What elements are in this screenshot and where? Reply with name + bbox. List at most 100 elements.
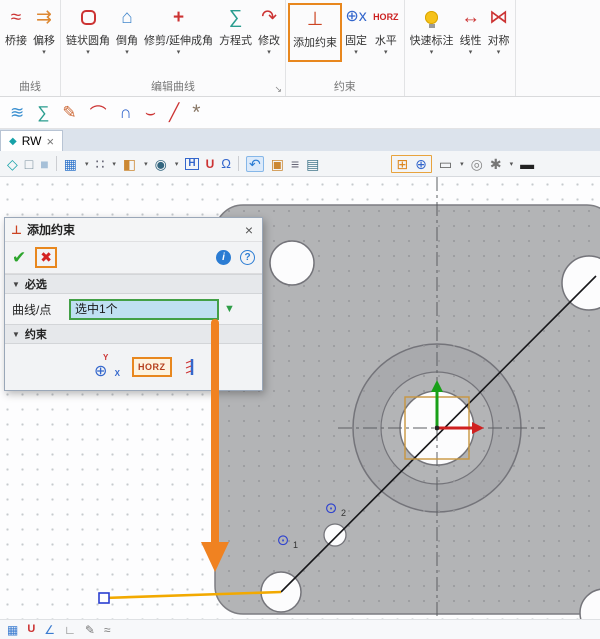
undo-icon[interactable]: ↶ <box>246 156 264 172</box>
monitor-icon[interactable]: ▭ <box>439 157 452 171</box>
horizontal-caret[interactable]: ▾ <box>384 48 388 57</box>
chamfer-button[interactable]: ⌂ 倒角 ▾ <box>113 3 141 58</box>
pick-icon[interactable]: ▼ <box>224 303 235 315</box>
fixed-button[interactable]: ⊕x 固定 ▾ <box>342 3 370 58</box>
wave-curves-icon[interactable]: ≋ <box>10 103 24 123</box>
chain-fillet-button[interactable]: 链状圆角 ▾ <box>63 3 113 58</box>
conic-curve-icon[interactable]: ∩ <box>120 103 132 123</box>
snap-tools-group: ⊞ ⊕ <box>391 155 431 173</box>
stamp-icon[interactable]: ▣ <box>271 157 284 171</box>
required-section-label: 必选 <box>25 276 47 292</box>
curve-snap-icon[interactable]: ≈ <box>104 624 111 636</box>
grid-snap-icon[interactable]: ▦ <box>7 624 18 636</box>
horizontal-button[interactable]: HORZ 水平 ▾ <box>370 3 402 58</box>
arc-icon[interactable]: ⌒ <box>90 100 107 125</box>
display-style-icon[interactable]: ▬ <box>520 157 534 171</box>
chain-fillet-label: 链状圆角 <box>66 32 110 48</box>
dialog-titlebar[interactable]: ⊥ 添加约束 × <box>5 218 262 242</box>
quick-dimension-button[interactable]: 快速标注 ▾ <box>407 3 457 58</box>
angle-snap-icon[interactable]: ∠ <box>44 624 55 636</box>
layers-icon[interactable]: ≡ <box>291 157 299 171</box>
fixed-point-option[interactable]: Y ⊕ X <box>91 353 121 381</box>
trim-extend-corner-button[interactable]: + 修剪/延伸成角 ▾ <box>141 3 216 58</box>
add-constraint-button[interactable]: ⊥ 添加约束 <box>288 3 342 62</box>
equation-label: 方程式 <box>219 32 252 48</box>
line-tool-icon[interactable]: ╱ <box>169 103 179 123</box>
symmetric-label: 对称 <box>488 32 510 48</box>
settings-caret[interactable]: ▾ <box>510 160 514 168</box>
h-frame-icon[interactable]: H <box>185 158 198 170</box>
constraint-section-label: 约束 <box>25 326 47 342</box>
grid-display-icon[interactable]: ▦ <box>64 157 77 171</box>
chamfer-caret[interactable]: ▾ <box>125 48 129 57</box>
equation-icon: ∑ <box>229 4 243 30</box>
toolbar-separator <box>56 156 57 171</box>
endpoint-handle[interactable] <box>99 593 109 603</box>
magnet-snap-icon[interactable]: U <box>27 624 35 635</box>
symmetric-button[interactable]: ⋈ 对称 ▾ <box>485 3 513 58</box>
tab-drawing[interactable]: ◆ RW × <box>0 130 63 151</box>
appearance-caret[interactable]: ▾ <box>144 160 148 168</box>
x-axis-label: X <box>115 369 120 378</box>
spray-points-icon[interactable]: * <box>192 101 200 125</box>
point-grid-icon[interactable]: ∷ <box>95 157 104 171</box>
required-section-header[interactable]: ▼ 必选 <box>5 274 262 294</box>
bridge-button[interactable]: ≈ 桥接 <box>2 3 30 58</box>
origin-target-icon[interactable]: ⊕ <box>415 157 427 171</box>
tab-label: RW <box>22 134 42 148</box>
vertical-constraint-option[interactable] <box>183 357 197 377</box>
dialog-launcher-icon[interactable]: ↘ <box>275 81 283 97</box>
magnet-icon[interactable]: U <box>206 158 215 170</box>
point-grid-caret[interactable]: ▾ <box>112 160 116 168</box>
modify-button[interactable]: ↷ 修改 ▾ <box>255 3 283 58</box>
hole-top[interactable] <box>270 241 314 285</box>
arc-tool-icon[interactable]: ⌣ <box>145 103 156 123</box>
axis-triad-icon[interactable]: ◇ <box>7 157 18 171</box>
chain-fillet-caret[interactable]: ▾ <box>86 48 90 57</box>
cancel-button[interactable]: ✖ <box>35 247 57 268</box>
ribbon-group-dimension: 快速标注 ▾ ↔ 线性 ▾ ⋈ 对称 ▾ <box>405 0 516 96</box>
ok-button[interactable]: ✔ <box>12 248 26 268</box>
cylinder-icon[interactable]: ◎ <box>471 157 483 171</box>
dialog-toolbar: ✔ ✖ i ? <box>5 242 262 274</box>
pencil-sketch-icon[interactable]: ✎ <box>62 103 76 123</box>
wireframe-cube-icon[interactable]: □ <box>25 157 33 171</box>
info-icon[interactable]: i <box>216 250 231 265</box>
linear-dimension-button[interactable]: ↔ 线性 ▾ <box>457 3 485 58</box>
quick-dimension-caret[interactable]: ▾ <box>430 48 434 57</box>
grid-display-caret[interactable]: ▾ <box>85 160 89 168</box>
fixed-caret[interactable]: ▾ <box>354 48 358 57</box>
equation-button[interactable]: ∑ 方程式 <box>216 3 255 58</box>
modify-caret[interactable]: ▾ <box>267 48 271 57</box>
concentric-symbol-1: ⊙ <box>277 532 290 549</box>
offset-caret[interactable]: ▾ <box>42 48 46 57</box>
app-window: ≈ 桥接 ⇉ 偏移 ▾ 曲线 链状圆角 ▾ ⌂ <box>0 0 600 639</box>
origin-point[interactable] <box>435 426 440 431</box>
omega-icon[interactable]: Ω <box>221 157 231 170</box>
ortho-snap-icon[interactable]: ∟ <box>64 624 76 636</box>
vertical-constraint-icon <box>183 357 197 377</box>
symmetric-caret[interactable]: ▾ <box>497 48 501 57</box>
fixed-label: 固定 <box>345 32 367 48</box>
appearance-icon[interactable]: ◧ <box>123 157 136 171</box>
visibility-eye-icon[interactable]: ◉ <box>155 157 167 171</box>
dialog-close-icon[interactable]: × <box>242 222 256 238</box>
shaded-cube-icon[interactable]: ■ <box>40 157 48 171</box>
hole-small[interactable] <box>324 524 346 546</box>
horizontal-constraint-option[interactable]: HORZ <box>132 357 172 377</box>
visibility-caret[interactable]: ▾ <box>175 160 179 168</box>
book-icon[interactable]: ▤ <box>306 157 319 171</box>
linear-dimension-caret[interactable]: ▾ <box>469 48 473 57</box>
help-icon[interactable]: ? <box>240 250 255 265</box>
tab-close-icon[interactable]: × <box>46 134 54 149</box>
concentric-number-1: 1 <box>293 540 298 550</box>
pencil-edit-icon[interactable]: ✎ <box>85 624 95 636</box>
curve-point-input[interactable]: 选中1个 <box>69 299 219 320</box>
offset-button[interactable]: ⇉ 偏移 ▾ <box>30 3 58 58</box>
snap-grid-icon[interactable]: ⊞ <box>396 157 408 171</box>
settings-icon[interactable]: ✱ <box>490 157 502 171</box>
equation-curve-icon[interactable]: ∑ <box>37 103 49 123</box>
sketch-viewport[interactable]: ⊙ 1 ⊙ 2 ⊥ 添加约束 × ✔ ✖ i <box>0 177 600 619</box>
trim-extend-caret[interactable]: ▾ <box>177 48 181 57</box>
monitor-caret[interactable]: ▾ <box>460 160 464 168</box>
